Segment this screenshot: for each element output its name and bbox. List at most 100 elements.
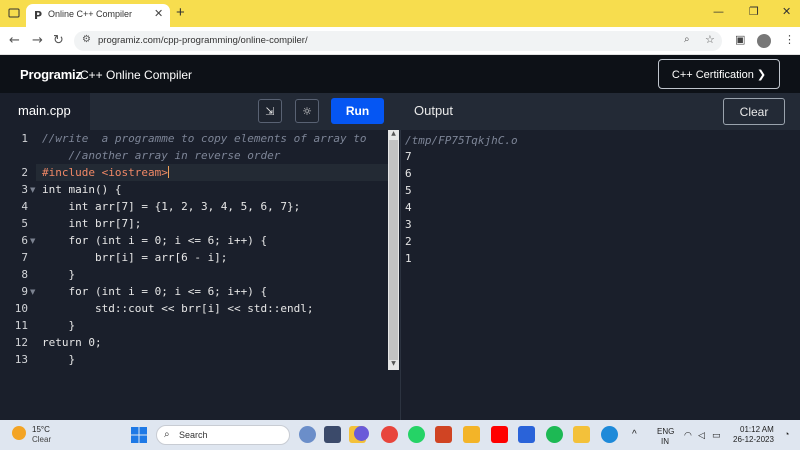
code-editor[interactable]: 1 2 3 ▼ 4 5 6 ▼ 7 8 9 ▼ 10 11 12 13 //wr… [0,130,400,420]
volume-icon[interactable]: ◁ [698,430,705,441]
side-panel-icon[interactable]: ▣ [735,33,745,46]
battery-icon[interactable]: ▭ [712,430,721,441]
tab-title: Online C++ Compiler [48,9,133,19]
editor-toolbar: main.cpp ⇲ ☼ Run [0,93,400,130]
task-view-icon[interactable] [324,426,341,443]
output-panel: /tmp/FP75TqkjhC.o 7 6 5 4 3 2 1 [400,130,800,420]
browser-toolbar: ← → ↻ ⚙ programiz.com/cpp-programming/on… [0,27,800,55]
line-number: 3 [21,183,28,196]
folder-icon[interactable] [573,426,590,443]
line-number: 1 [21,132,28,145]
clock-date: 26-12-2023 [733,435,774,444]
tab-search-icon[interactable] [8,6,20,18]
restore-icon[interactable]: ❐ [749,5,759,18]
bookmark-star-icon[interactable]: ☆ [705,33,715,46]
code-line: return 0; [42,336,102,349]
windows-start-icon[interactable] [131,427,147,443]
youtube-icon[interactable] [491,426,508,443]
output-line: 3 [405,218,412,231]
programiz-logo[interactable]: Programiz [20,67,82,82]
output-path: /tmp/FP75TqkjhC.o [405,134,518,147]
fold-arrow-icon[interactable]: ▼ [30,288,35,296]
code-line: for (int i = 0; i <= 6; i++) { [42,285,268,298]
new-tab-icon[interactable]: + [176,4,185,21]
code-line: brr[i] = arr[6 - i]; [42,251,228,264]
run-button[interactable]: Run [331,98,384,124]
fold-arrow-icon[interactable]: ▼ [30,186,35,194]
code-line: //write a programme to copy elements of … [42,132,367,145]
line-number: 8 [21,268,28,281]
file-tab-main-cpp[interactable]: main.cpp [0,93,90,130]
profile-avatar[interactable] [757,34,771,48]
forward-icon[interactable]: → [32,33,43,48]
line-number: 9 [21,285,28,298]
code-line: int arr[7] = {1, 2, 3, 4, 5, 6, 7}; [42,200,301,213]
scroll-down-icon[interactable]: ▼ [388,360,399,370]
app-header: Programiz C++ Online Compiler C++ Certif… [0,55,800,93]
chrome-icon[interactable] [381,426,398,443]
spotify-icon[interactable] [546,426,563,443]
output-line: 5 [405,184,412,197]
reload-icon[interactable]: ↻ [53,33,64,48]
windows-taskbar: 15°C Clear ⌕ Search ^ ENG IN ◠ ◁ ▭ 01:12… [0,420,800,450]
site-info-icon[interactable]: ⚙ [82,34,91,45]
output-line: 2 [405,235,412,248]
wifi-icon[interactable]: ◠ [684,430,692,441]
powerpoint-icon[interactable] [435,426,452,443]
output-line: 6 [405,167,412,180]
line-number: 5 [21,217,28,230]
whatsapp-icon[interactable] [408,426,425,443]
code-line: #include <iostream> [42,166,169,179]
code-line: } [42,319,76,332]
editor-scrollbar[interactable]: ▲ ▼ [388,130,399,370]
output-toolbar: Output Clear [400,93,800,130]
output-title: Output [414,103,454,118]
window-close-icon[interactable]: ✕ [782,5,791,18]
certification-button[interactable]: C++ Certification ❯ [658,59,780,89]
back-icon[interactable]: ← [9,33,20,48]
edge-icon[interactable] [601,426,618,443]
output-line: 1 [405,252,412,265]
minimize-icon[interactable]: — [713,5,724,18]
code-line-text: #include <iostream> [42,166,168,179]
address-url: programiz.com/cpp-programming/online-com… [98,35,308,46]
line-number: 10 [14,302,28,315]
fullscreen-exit-button[interactable]: ⇲ [258,99,282,123]
line-number: 12 [14,336,28,349]
line-number: 6 [21,234,28,247]
clear-button[interactable]: Clear [723,98,785,125]
notification-bell-icon[interactable]: ◔ [784,429,789,439]
output-line: 7 [405,150,412,163]
programiz-favicon-icon: P [34,9,43,22]
search-placeholder: Search [179,430,208,440]
scroll-up-icon[interactable]: ▲ [388,130,399,140]
address-bar[interactable]: ⚙ programiz.com/cpp-programming/online-c… [74,31,722,51]
tab-close-icon[interactable]: ✕ [154,7,163,20]
scrollbar-thumb[interactable] [389,140,398,360]
todo-icon[interactable] [518,426,535,443]
theme-toggle-button[interactable]: ☼ [295,99,319,123]
clock-time[interactable]: 01:12 AM [740,425,774,434]
weather-moon-icon[interactable] [12,426,26,440]
browser-tab-active[interactable]: P Online C++ Compiler ✕ [26,4,170,27]
tray-expand-icon[interactable]: ^ [632,429,637,440]
weather-description: Clear [32,435,52,444]
teams-chat-icon[interactable] [354,426,369,441]
browser-menu-icon[interactable]: ⋮ [784,33,795,46]
code-line: int main() { [42,183,122,196]
copilot-icon[interactable] [299,426,316,443]
line-number: 11 [14,319,28,332]
line-number: 4 [21,200,28,213]
line-gutter: 1 2 3 ▼ 4 5 6 ▼ 7 8 9 ▼ 10 11 12 13 [0,130,36,420]
zoom-icon[interactable]: ⌕ [684,34,690,45]
code-line: //another array in reverse order [42,149,281,162]
line-number: 13 [14,353,28,366]
page-title: C++ Online Compiler [80,68,193,82]
taskbar-search[interactable]: ⌕ Search [156,425,290,445]
language-code[interactable]: ENG [657,427,674,436]
fold-arrow-icon[interactable]: ▼ [30,237,35,245]
code-line: std::cout << brr[i] << std::endl; [42,302,314,315]
sticky-notes-icon[interactable] [463,426,480,443]
weather-temperature: 15°C [32,425,50,434]
text-caret [167,166,169,178]
